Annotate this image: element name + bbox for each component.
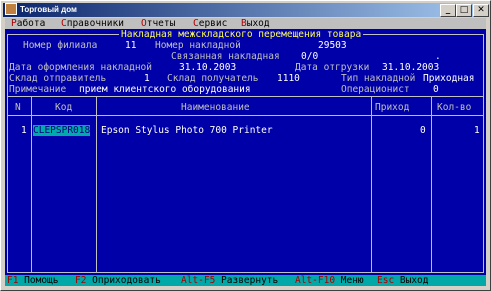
date-created-value[interactable]: 31.10.2003 (179, 62, 236, 73)
col-header-n: N (15, 102, 21, 113)
date-created-label: Дата оформления накладной (9, 62, 152, 73)
date-shipped-label: Дата отгрузки (295, 62, 370, 73)
row-name: Epson Stylus Photo 700 Printer (101, 125, 273, 136)
col-divider-4 (431, 96, 432, 272)
table-header-line (7, 115, 483, 116)
col-divider-1 (31, 96, 32, 272)
date-shipped-value[interactable]: 31.10.2003 (382, 62, 439, 73)
type-label: Тип накладной (341, 73, 416, 84)
operator-label: Операционист (341, 84, 410, 95)
status-help[interactable]: F1 Помощь (7, 275, 59, 286)
status-exit[interactable]: Esc Выход (377, 275, 429, 286)
frame-right-line (483, 34, 484, 272)
form-title: Накладная межскладского перемещения това… (119, 29, 364, 40)
status-bar: F1 Помощь F2 Оприходовать Alt-F5 Разверн… (5, 275, 486, 286)
col-header-income: Приход (375, 102, 410, 113)
branch-value[interactable]: 11 (125, 40, 136, 51)
title-bar: Торговый дом _ □ ✕ (3, 3, 489, 17)
menu-bar: Работа Справочники Отчеты Сервис Выход (5, 18, 486, 29)
status-menu[interactable]: Alt-F10 Меню (295, 275, 364, 286)
branch-label: Номер филиала (23, 40, 98, 51)
linked-label: Связанная накладная (171, 51, 280, 62)
minimize-button[interactable]: _ (440, 4, 456, 17)
row-code[interactable]: CLEPSPR018 (33, 125, 91, 136)
console-area: Работа Справочники Отчеты Сервис Выход Н… (5, 18, 486, 286)
receiver-value[interactable]: 1110 (277, 73, 300, 84)
frame-bottom-line (7, 272, 484, 273)
maximize-button[interactable]: □ (456, 4, 472, 17)
linked-value[interactable]: 0/0 (301, 51, 318, 62)
status-post[interactable]: F2 Оприходовать (75, 275, 161, 286)
note-label: Примечание (9, 84, 67, 95)
col-divider-3 (371, 96, 372, 272)
sender-value[interactable]: 1 (144, 73, 150, 84)
invoice-label: Номер накладной (155, 40, 241, 51)
note-value[interactable]: прием клиентского оборудования (79, 84, 251, 95)
menu-item-servis[interactable]: Сервис (193, 18, 227, 29)
app-icon (5, 3, 17, 15)
window-title: Торговый дом (20, 5, 77, 15)
row-n: 1 (21, 125, 27, 136)
invoice-value[interactable]: 29503 (318, 40, 347, 51)
menu-item-otchety[interactable]: Отчеты (141, 18, 175, 29)
col-header-code: Код (55, 102, 73, 113)
table-top-line (7, 96, 483, 97)
linked-extra: . (435, 51, 441, 62)
receiver-label: Склад получатель (167, 73, 259, 84)
col-divider-2 (96, 96, 97, 272)
frame-left-line (7, 34, 8, 272)
row-income: 0 (420, 125, 426, 136)
menu-item-rabota[interactable]: Работа (11, 18, 45, 29)
type-value[interactable]: Приходная (423, 73, 474, 84)
status-expand[interactable]: Alt-F5 Развернуть (181, 275, 278, 286)
menu-item-vykhod[interactable]: Выход (241, 18, 270, 29)
col-header-name: Наименование (181, 102, 250, 113)
close-button[interactable]: ✕ (473, 4, 489, 17)
col-header-qty: Кол-во (437, 102, 472, 113)
row-qty: 1 (474, 125, 480, 136)
menu-item-spravochniki[interactable]: Справочники (61, 18, 124, 29)
sender-label: Склад отправитель (9, 73, 107, 84)
operator-value[interactable]: 0 (433, 84, 439, 95)
app-window: Торговый дом _ □ ✕ Работа Справочники От… (0, 0, 491, 291)
